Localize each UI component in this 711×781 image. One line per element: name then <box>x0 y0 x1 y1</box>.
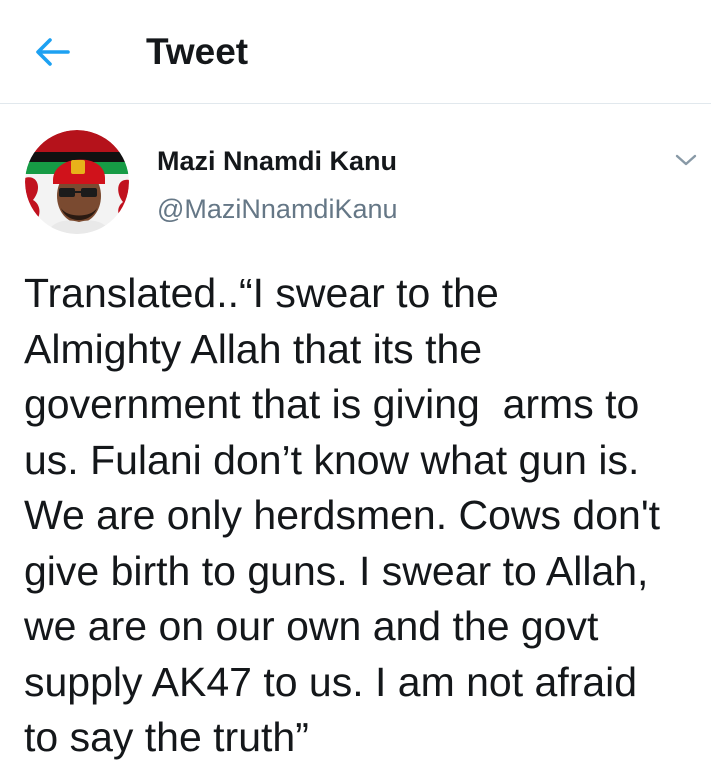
arrow-left-icon <box>36 38 70 66</box>
author-name[interactable]: Mazi Nnamdi Kanu <box>157 145 397 177</box>
page-title: Tweet <box>146 31 249 72</box>
top-app-bar: Tweet <box>0 0 711 104</box>
author-handle[interactable]: @MaziNnamdiKanu <box>157 193 398 225</box>
tweet-menu-button[interactable] <box>668 144 704 176</box>
tweet-text: Translated..“I swear to the Almighty All… <box>24 270 661 760</box>
back-button[interactable] <box>28 30 76 74</box>
profile-photo <box>25 130 129 234</box>
avatar[interactable] <box>25 130 129 234</box>
chevron-down-icon <box>675 154 697 166</box>
